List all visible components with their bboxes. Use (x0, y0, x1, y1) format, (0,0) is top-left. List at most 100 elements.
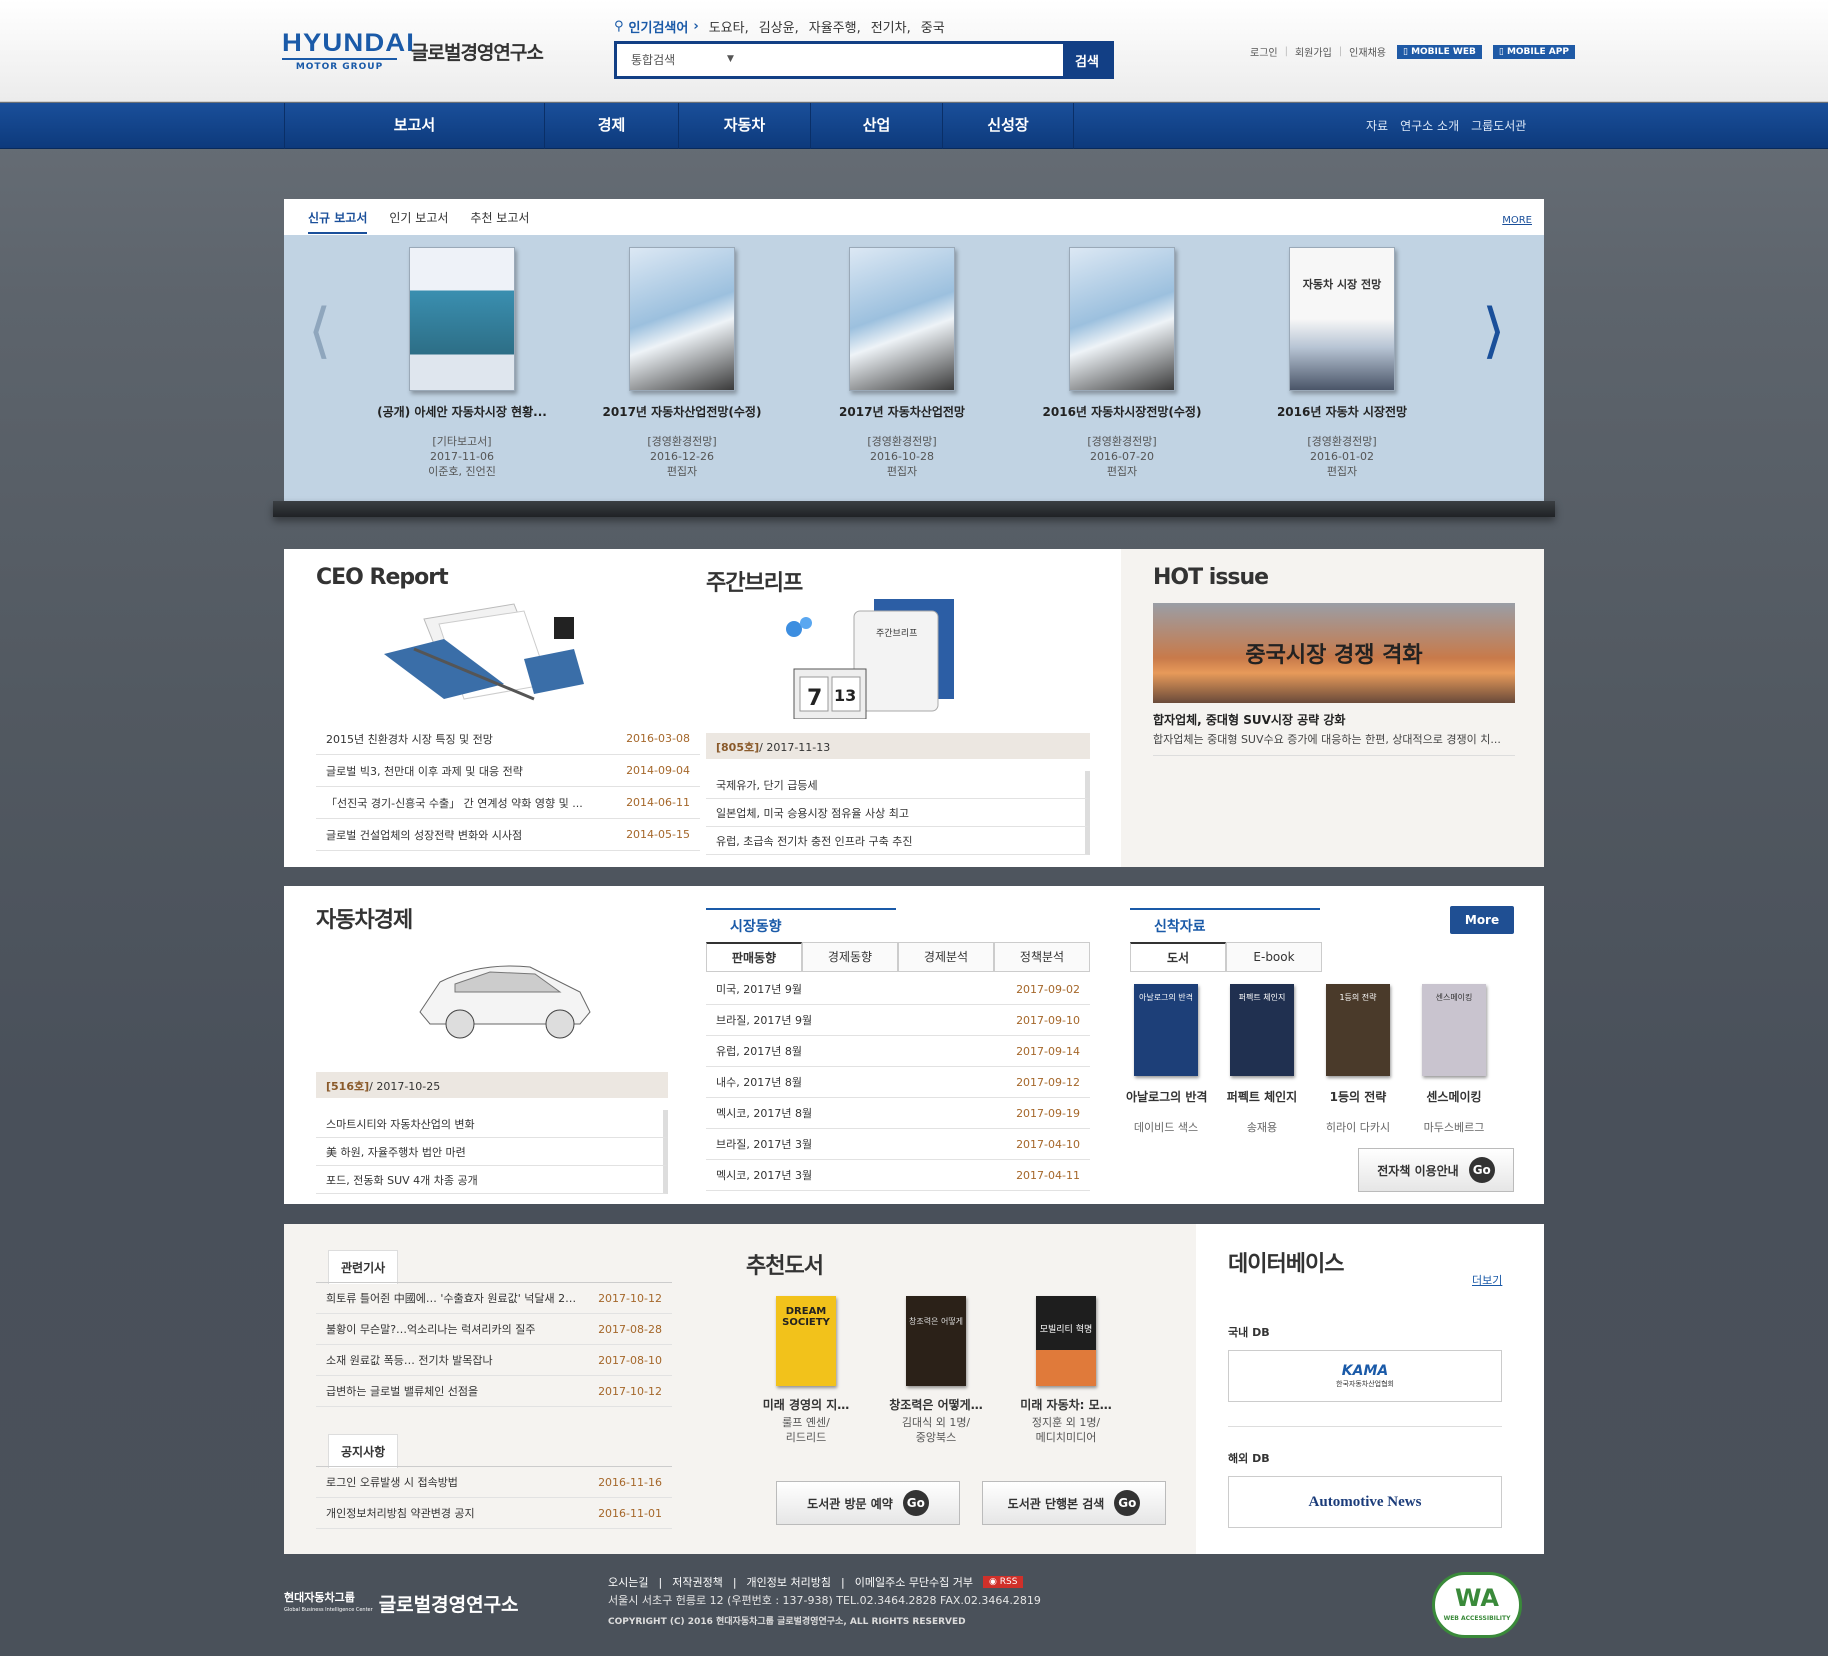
ceo-report-title[interactable]: CEO Report (316, 565, 449, 590)
mobile-web-button[interactable]: ▯ MOBILE WEB (1396, 44, 1482, 59)
popular-term[interactable]: 자율주행, (809, 17, 861, 36)
report-panel: 신규 보고서 인기 보고서 추천 보고서 MORE ⟨ ⟩ (공개) 아세안 자… (284, 199, 1544, 501)
hot-issue-headline[interactable]: 합자업체, 중대형 SUV시장 공략 강화 (1153, 711, 1345, 728)
related-articles-list: 희토류 틀어쥔 中國에… '수출효자 원료값' 넉달새 2… 2017-10-12… (316, 1282, 672, 1407)
tab-books[interactable]: 도서 (1130, 942, 1226, 972)
login-link[interactable]: 로그인 (1250, 44, 1278, 59)
list-item[interactable]: 유럽, 2017년 8월 2017-09-14 (706, 1036, 1090, 1067)
report-item[interactable]: 2016년 자동차시장전망(수정) [경영환경전망] 2016-07-20 편집자 (1022, 247, 1222, 479)
recruit-link[interactable]: 인재채용 (1349, 44, 1386, 59)
database-title[interactable]: 데이터베이스 (1228, 1246, 1344, 1278)
popular-term[interactable]: 전기차, (871, 17, 911, 36)
tab-recommended-reports[interactable]: 추천 보고서 (470, 209, 529, 234)
list-item[interactable]: 2015년 친환경차 시장 특징 및 전망 2016-03-08 (316, 723, 700, 755)
reports-more-link[interactable]: MORE (1502, 215, 1532, 226)
list-item[interactable]: 미국, 2017년 9월 2017-09-02 (706, 974, 1090, 1005)
nav-about[interactable]: 연구소 소개 (1400, 117, 1459, 134)
list-item[interactable]: 희토류 틀어쥔 中國에… '수출효자 원료값' 넉달새 2… 2017-10-12 (316, 1283, 672, 1314)
report-item[interactable]: 자동차 시장 전망 2016년 자동차 시장전망 [경영환경전망] 2016-01… (1242, 247, 1442, 479)
rss-button[interactable]: ◉ RSS (983, 1576, 1024, 1588)
new-arrivals-more-button[interactable]: More (1450, 906, 1514, 934)
recommend-book-item[interactable]: DREAM SOCIETY 미래 경영의 지… 룰프 옌센/리드리드 (746, 1296, 866, 1445)
ebook-guide-button[interactable]: 전자책 이용안내 Go (1358, 1148, 1514, 1192)
tab-sales-trend[interactable]: 판매동향 (706, 942, 802, 972)
list-item[interactable]: 불황이 무슨말?…억소리나는 럭셔리카의 질주 2017-08-28 (316, 1314, 672, 1345)
chevron-left-icon[interactable]: ⟨ (308, 301, 331, 361)
automotive-news-link[interactable]: Automotive News (1228, 1476, 1502, 1528)
tab-policy-analysis[interactable]: 정책분석 (994, 942, 1090, 972)
new-book-item[interactable]: 1등의 전략 1등의 전략 히라이 다카시 (1318, 984, 1398, 1135)
kama-db-link[interactable]: KAMA 한국자동차산업협회 (1228, 1350, 1502, 1402)
chevron-down-icon[interactable]: ▼ (727, 44, 757, 76)
footer-link-email-refusal[interactable]: 이메일주소 무단수집 거부 (855, 1574, 973, 1590)
footer-link-copyright[interactable]: 저작권정책 (672, 1574, 723, 1590)
list-item[interactable]: 브라질, 2017년 9월 2017-09-10 (706, 1005, 1090, 1036)
list-item[interactable]: 스마트시티와 자동차산업의 변화 (316, 1110, 668, 1138)
signup-link[interactable]: 회원가입 (1295, 44, 1332, 59)
nav-industry[interactable]: 산업 (810, 103, 942, 149)
nav-library[interactable]: 그룹도서관 (1471, 117, 1526, 134)
list-item[interactable]: 일본업체, 미국 승용시장 점유율 사상 최고 (706, 799, 1090, 827)
recommend-book-item[interactable]: 창조력은 어떻게 창조력은 어떻게… 김대식 외 1명/중앙북스 (876, 1296, 996, 1445)
list-item[interactable]: 글로벌 빅3, 천만대 이후 과제 및 대응 전략 2014-09-04 (316, 755, 700, 787)
database-more-link[interactable]: 더보기 (1472, 1272, 1502, 1288)
footer-link-directions[interactable]: 오시는길 (608, 1574, 648, 1590)
new-book-item[interactable]: 퍼펙트 체인지 퍼펙트 체인지 송재용 (1222, 984, 1302, 1135)
nav-automobile[interactable]: 자동차 (678, 103, 810, 149)
list-item[interactable]: 로그인 오류발생 시 접속방법 2016-11-16 (316, 1467, 672, 1498)
popular-term[interactable]: 김상윤, (759, 17, 799, 36)
tab-ebook[interactable]: E-book (1226, 942, 1322, 972)
hyundai-logo[interactable]: HYUNDAI MOTOR GROUP (282, 30, 414, 72)
hot-issue-banner[interactable]: 중국시장 경쟁 격화 (1153, 603, 1515, 703)
site-name[interactable]: 글로벌경영연구소 (411, 38, 544, 65)
list-item[interactable]: 美 하원, 자율주행차 법안 마련 (316, 1138, 668, 1166)
tab-economic-trend[interactable]: 경제동향 (802, 942, 898, 972)
recommend-title[interactable]: 추천도서 (746, 1248, 824, 1280)
nav-data[interactable]: 자료 (1366, 117, 1388, 134)
calendar-day: 7 (807, 686, 822, 711)
list-item[interactable]: 브라질, 2017년 3월 2017-04-10 (706, 1129, 1090, 1160)
popular-term[interactable]: 중국 (921, 17, 945, 36)
tab-economic-analysis[interactable]: 경제분석 (898, 942, 994, 972)
list-item[interactable]: 국제유가, 단기 급등세 (706, 771, 1090, 799)
tab-popular-reports[interactable]: 인기 보고서 (389, 209, 448, 234)
weekly-brief-title[interactable]: 주간브리프 (706, 565, 803, 597)
list-item[interactable]: 급변하는 글로벌 밸류체인 선점을 2017-10-12 (316, 1376, 672, 1407)
footer-link-privacy[interactable]: 개인정보 처리방침 (747, 1574, 831, 1590)
report-item[interactable]: 2017년 자동차산업전망 [경영환경전망] 2016-10-28 편집자 (802, 247, 1002, 479)
list-item[interactable]: 「선진국 경기-신흥국 수출」 간 연계성 약화 영향 및 ... 2014-06… (316, 787, 700, 819)
list-item[interactable]: 소재 원료값 폭등… 전기차 발목잡나 2017-08-10 (316, 1345, 672, 1376)
search-button[interactable]: 검색 (1063, 44, 1111, 76)
library-search-button[interactable]: 도서관 단행본 검색 Go (982, 1481, 1166, 1525)
popular-term[interactable]: 도요타, (709, 17, 749, 36)
related-articles-label[interactable]: 관련기사 (328, 1250, 399, 1284)
list-item[interactable]: 포드, 전동화 SUV 4개 차종 공개 (316, 1166, 668, 1194)
new-book-item[interactable]: 센스메이킹 센스메이킹 마두스베르그 (1414, 984, 1494, 1135)
chevron-right-icon[interactable]: ⟩ (1482, 301, 1505, 361)
new-arrivals-label[interactable]: 신착자료 (1130, 908, 1320, 936)
library-visit-button[interactable]: 도서관 방문 예약 Go (776, 1481, 960, 1525)
notice-label[interactable]: 공지사항 (328, 1434, 399, 1468)
report-item[interactable]: (공개) 아세안 자동차시장 현황... [기타보고서] 2017-11-06 이준… (362, 247, 562, 479)
auto-issue-bar[interactable]: [516호]/ 2017-10-25 (316, 1072, 668, 1098)
list-item[interactable]: 내수, 2017년 8월 2017-09-12 (706, 1067, 1090, 1098)
search-input[interactable] (757, 44, 1063, 76)
mobile-app-button[interactable]: ▯ MOBILE APP (1492, 44, 1575, 59)
market-trend-label[interactable]: 시장동향 (706, 908, 896, 936)
nav-new-growth[interactable]: 신성장 (942, 103, 1074, 149)
list-item[interactable]: 유럽, 초급속 전기차 충전 인프라 구축 추진 (706, 827, 1090, 855)
list-item[interactable]: 개인정보처리방침 약관변경 공지 2016-11-01 (316, 1498, 672, 1529)
list-item[interactable]: 멕시코, 2017년 3월 2017-04-11 (706, 1160, 1090, 1191)
nav-report[interactable]: 보고서 (284, 103, 544, 149)
nav-economy[interactable]: 경제 (544, 103, 678, 149)
tab-new-reports[interactable]: 신규 보고서 (308, 209, 368, 234)
new-book-item[interactable]: 아날로그의 반격 아날로그의 반격 데이비드 색스 (1126, 984, 1207, 1135)
report-item[interactable]: 2017년 자동차산업전망(수정) [경영환경전망] 2016-12-26 편집자 (582, 247, 782, 479)
hot-issue-title[interactable]: HOT issue (1153, 565, 1269, 590)
list-item[interactable]: 멕시코, 2017년 8월 2017-09-19 (706, 1098, 1090, 1129)
search-scope-select[interactable]: 통합검색 (617, 44, 727, 76)
list-item[interactable]: 글로벌 건설업체의 성장전략 변화와 시사점 2014-05-15 (316, 819, 700, 851)
recommend-book-item[interactable]: 모빌리티 혁명 미래 자동차: 모… 정지훈 외 1명/메디치미디어 (1006, 1296, 1126, 1445)
weekly-issue-bar[interactable]: [805호]/ 2017-11-13 (706, 733, 1090, 759)
auto-economy-title[interactable]: 자동차경제 (316, 902, 413, 934)
